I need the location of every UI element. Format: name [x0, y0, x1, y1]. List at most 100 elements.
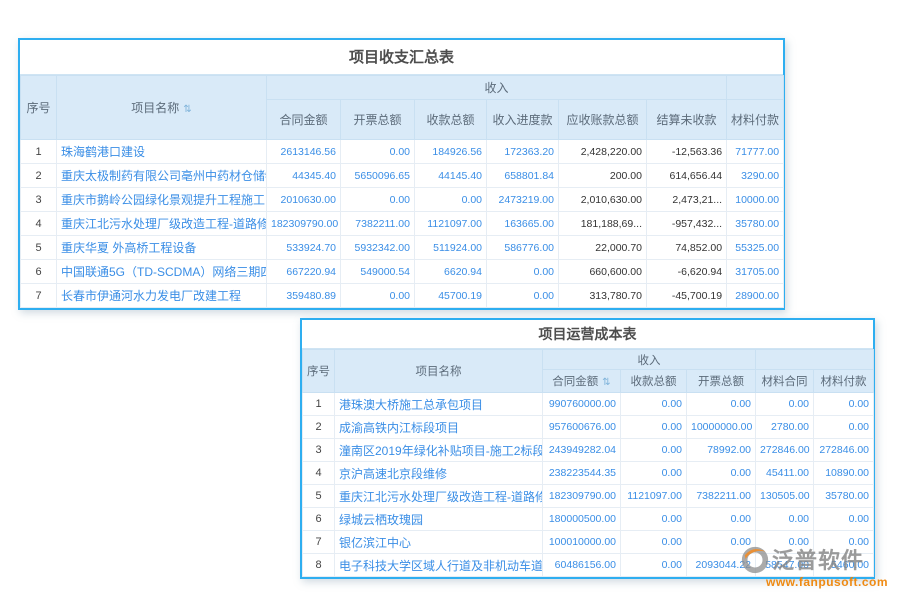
- row-index-cell: 3: [21, 188, 57, 212]
- value-cell: 22,000.70: [559, 236, 647, 260]
- value-cell: 0.00: [621, 554, 687, 577]
- value-cell: 172363.20: [487, 140, 559, 164]
- column-header-project-name[interactable]: 项目名称: [335, 350, 543, 393]
- value-cell: -6,620.94: [647, 260, 727, 284]
- value-cell: -957,432...: [647, 212, 727, 236]
- table-row: 6中国联通5G（TD-SCDMA）网络三期四川工程667220.94549000…: [21, 260, 784, 284]
- value-cell: 35780.00: [727, 212, 784, 236]
- value-cell: 0.00: [621, 508, 687, 531]
- sort-icon[interactable]: ⇅: [183, 104, 191, 115]
- value-cell: 28900.00: [727, 284, 784, 308]
- column-group-material-spacer: [727, 76, 784, 100]
- column-header-material-payment[interactable]: 材料付款: [814, 370, 874, 393]
- value-cell: 2473219.00: [487, 188, 559, 212]
- value-cell: 5932342.00: [341, 236, 415, 260]
- value-cell: 0.00: [341, 140, 415, 164]
- value-cell: 78992.00: [687, 439, 756, 462]
- table-row: 7长春市伊通河水力发电厂改建工程359480.890.0045700.190.0…: [21, 284, 784, 308]
- column-header-project-name-label: 项目名称: [131, 101, 179, 115]
- project-name-cell[interactable]: 重庆江北污水处理厂级改造工程-道路修复: [335, 485, 543, 508]
- value-cell: 614,656.44: [647, 164, 727, 188]
- value-cell: 180000500.00: [543, 508, 621, 531]
- value-cell: 0.00: [621, 531, 687, 554]
- project-name-cell[interactable]: 重庆市鹅岭公园绿化景观提升工程施工: [57, 188, 267, 212]
- value-cell: 990760000.00: [543, 393, 621, 416]
- operating-cost-title: 项目运营成本表: [302, 320, 873, 349]
- value-cell: 272846.00: [814, 439, 874, 462]
- column-header-receivable-total[interactable]: 应收账款总额: [559, 100, 647, 140]
- value-cell: 1121097.00: [415, 212, 487, 236]
- row-index-cell: 4: [303, 462, 335, 485]
- value-cell: 7382211.00: [687, 485, 756, 508]
- value-cell: 2,473,21...: [647, 188, 727, 212]
- table-row: 1珠海鹤港口建设2613146.560.00184926.56172363.20…: [21, 140, 784, 164]
- value-cell: 31705.00: [727, 260, 784, 284]
- sort-icon[interactable]: ⇅: [602, 377, 610, 388]
- column-group-material-spacer: [756, 350, 874, 370]
- project-name-cell[interactable]: 港珠澳大桥施工总承包项目: [335, 393, 543, 416]
- table-row: 4重庆江北污水处理厂级改造工程-道路修复工程182309790.00738221…: [21, 212, 784, 236]
- row-index-cell: 1: [21, 140, 57, 164]
- income-expense-summary-title: 项目收支汇总表: [20, 40, 783, 75]
- project-name-cell[interactable]: 京沪高速北京段维修: [335, 462, 543, 485]
- project-name-cell[interactable]: 银亿滨江中心: [335, 531, 543, 554]
- project-name-cell[interactable]: 珠海鹤港口建设: [57, 140, 267, 164]
- column-header-contract-amount[interactable]: 合同金额⇅: [543, 370, 621, 393]
- column-header-material-payment[interactable]: 材料付款: [727, 100, 784, 140]
- value-cell: 0.00: [341, 188, 415, 212]
- value-cell: 182309790.00: [267, 212, 341, 236]
- row-index-cell: 5: [303, 485, 335, 508]
- value-cell: 0.00: [687, 462, 756, 485]
- project-name-cell[interactable]: 长春市伊通河水力发电厂改建工程: [57, 284, 267, 308]
- value-cell: 5650096.65: [341, 164, 415, 188]
- fanpu-logo-icon: [740, 544, 770, 574]
- table-row: 3重庆市鹅岭公园绿化景观提升工程施工2010630.000.000.002473…: [21, 188, 784, 212]
- project-name-cell[interactable]: 中国联通5G（TD-SCDMA）网络三期四川工程: [57, 260, 267, 284]
- value-cell: 658801.84: [487, 164, 559, 188]
- value-cell: 0.00: [814, 416, 874, 439]
- project-name-cell[interactable]: 成渝高铁内江标段项目: [335, 416, 543, 439]
- value-cell: 60486156.00: [543, 554, 621, 577]
- row-index-cell: 7: [303, 531, 335, 554]
- value-cell: 0.00: [415, 188, 487, 212]
- income-expense-summary-grid: 序号 项目名称⇅ 收入 合同金额 开票总额 收款总额 收入进度款 应收账款总额 …: [20, 75, 784, 308]
- column-header-receipt-total[interactable]: 收款总额: [415, 100, 487, 140]
- income-expense-summary-table: 项目收支汇总表 序号 项目名称⇅ 收入 合同金额 开票总额 收款总额 收入进度款…: [18, 38, 785, 310]
- value-cell: 533924.70: [267, 236, 341, 260]
- value-cell: 243949282.04: [543, 439, 621, 462]
- value-cell: 45700.19: [415, 284, 487, 308]
- column-header-seq: 序号: [21, 76, 57, 140]
- value-cell: -45,700.19: [647, 284, 727, 308]
- column-header-settled-unreceived[interactable]: 结算未收款: [647, 100, 727, 140]
- value-cell: 0.00: [814, 508, 874, 531]
- project-name-cell[interactable]: 电子科技大学区域人行道及非机动车道工程: [335, 554, 543, 577]
- project-name-cell[interactable]: 重庆华夏 外高桥工程设备: [57, 236, 267, 260]
- column-header-income-progress[interactable]: 收入进度款: [487, 100, 559, 140]
- value-cell: 0.00: [487, 284, 559, 308]
- column-header-seq: 序号: [303, 350, 335, 393]
- value-cell: 238223544.35: [543, 462, 621, 485]
- value-cell: 2010630.00: [267, 188, 341, 212]
- row-index-cell: 2: [21, 164, 57, 188]
- table-row: 1港珠澳大桥施工总承包项目990760000.000.000.000.000.0…: [303, 393, 874, 416]
- project-name-cell[interactable]: 潼南区2019年绿化补贴项目-施工2标段: [335, 439, 543, 462]
- column-header-invoice-total[interactable]: 开票总额: [687, 370, 756, 393]
- column-header-material-contract[interactable]: 材料合同: [756, 370, 814, 393]
- value-cell: -12,563.36: [647, 140, 727, 164]
- column-header-invoice-total[interactable]: 开票总额: [341, 100, 415, 140]
- project-name-cell[interactable]: 重庆太极制药有限公司亳州中药材仓储物流园: [57, 164, 267, 188]
- project-name-cell[interactable]: 绿城云栖玫瑰园: [335, 508, 543, 531]
- column-header-project-name[interactable]: 项目名称 ⇅: [57, 76, 267, 140]
- column-header-receipt-total[interactable]: 收款总额: [621, 370, 687, 393]
- table-row: 4京沪高速北京段维修238223544.350.000.0045411.0010…: [303, 462, 874, 485]
- value-cell: 0.00: [621, 416, 687, 439]
- row-index-cell: 4: [21, 212, 57, 236]
- value-cell: 549000.54: [341, 260, 415, 284]
- project-name-cell[interactable]: 重庆江北污水处理厂级改造工程-道路修复工程: [57, 212, 267, 236]
- value-cell: 71777.00: [727, 140, 784, 164]
- value-cell: 0.00: [687, 393, 756, 416]
- value-cell: 182309790.00: [543, 485, 621, 508]
- value-cell: 10890.00: [814, 462, 874, 485]
- column-header-contract-amount[interactable]: 合同金额: [267, 100, 341, 140]
- value-cell: 272846.00: [756, 439, 814, 462]
